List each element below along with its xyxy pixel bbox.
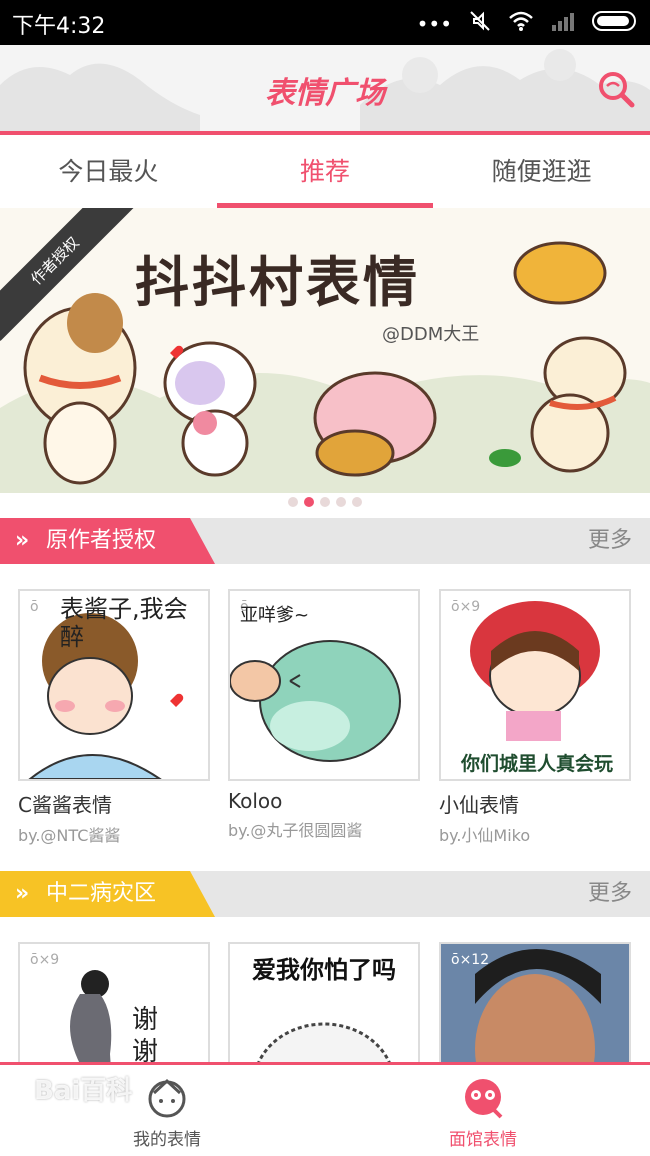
count-icon: ō (451, 952, 460, 968)
wifi-icon (508, 10, 534, 37)
face-icon (148, 1078, 186, 1118)
count-icon: ō (451, 599, 460, 615)
three-dots-icon: ••• (416, 11, 452, 36)
search-icon[interactable] (596, 69, 636, 109)
banner-pagination (0, 497, 650, 507)
status-time: 下午4:32 (12, 14, 106, 39)
sticker-count-badge: ō (30, 599, 39, 615)
tab-browse[interactable]: 随便逛逛 (433, 135, 650, 208)
sticker-caption: 亚咩爹~ (240, 605, 310, 626)
tab-bar: 今日最火 推荐 随便逛逛 (0, 135, 650, 208)
double-chevron-icon: » (15, 528, 30, 553)
baidu-watermark: Bai百科 (34, 1076, 133, 1106)
pagination-dot[interactable] (320, 497, 330, 507)
section-title: » 中二病灾区 (0, 871, 196, 917)
sticker-count-badge: ō×9 (451, 599, 481, 615)
pagination-dot[interactable] (352, 497, 362, 507)
nav-label: 面馆表情 (449, 1130, 517, 1150)
more-link[interactable]: 更多 (588, 871, 632, 917)
mute-icon (468, 9, 492, 38)
sticker-count-badge: ō×9 (30, 952, 60, 968)
sticker-name[interactable]: 小仙表情 (439, 789, 631, 818)
sticker-caption: 谢谢 (132, 1005, 159, 1067)
tab-today-hot[interactable]: 今日最火 (0, 135, 217, 208)
sticker-card[interactable]: ō 表酱子,我会醉 C酱酱表情 by.@NTC酱酱 (18, 589, 210, 846)
double-chevron-icon: » (15, 881, 30, 906)
sticker-thumbnail[interactable]: ō 表酱子,我会醉 (18, 589, 210, 781)
app-header: 表情广场 (0, 45, 650, 136)
sticker-count-badge: ō×12 (451, 952, 490, 968)
banner-title: 抖抖村表情 (135, 251, 420, 314)
pagination-dot-active[interactable] (304, 497, 314, 507)
pagination-dot[interactable] (336, 497, 346, 507)
sticker-thumbnail[interactable]: ō×9 你们城里人真会玩 (439, 589, 631, 781)
bowl-face-icon (465, 1079, 503, 1119)
page-title: 表情广场 (265, 76, 385, 111)
sticker-thumbnail[interactable]: ō 亚咩爹~ (228, 589, 420, 781)
sticker-caption: 表酱子,我会醉 (60, 595, 188, 651)
battery-icon (592, 10, 640, 37)
count-icon: ō (30, 952, 39, 968)
count-icon: ō (30, 599, 39, 615)
status-bar: 下午4:32 ••• (0, 0, 650, 45)
signal-icon (550, 10, 576, 37)
more-link[interactable]: 更多 (588, 518, 632, 564)
sticker-caption: 你们城里人真会玩 (460, 753, 613, 775)
sticker-name[interactable]: Koloo (228, 789, 420, 813)
section-title: » 原作者授权 (0, 518, 196, 564)
sticker-card[interactable]: ō×9 你们城里人真会玩 小仙表情 by.小仙Miko (439, 589, 631, 846)
sticker-author: by.小仙Miko (439, 826, 531, 845)
section-header-authorized: » 原作者授权 更多 (0, 518, 650, 564)
sticker-caption: 爱我你怕了吗 (252, 956, 396, 984)
banner-author: @DDM大王 (382, 324, 480, 345)
nav-label: 我的表情 (133, 1130, 201, 1150)
tab-recommend[interactable]: 推荐 (216, 135, 434, 208)
sticker-card[interactable]: ō 亚咩爹~ Koloo by.@丸子很圆圆酱 (228, 589, 420, 841)
sticker-author: by.@丸子很圆圆酱 (228, 821, 363, 840)
pagination-dot[interactable] (288, 497, 298, 507)
promo-banner[interactable]: 抖抖村表情 @DDM大王 作者授权 (0, 208, 650, 493)
sticker-name[interactable]: C酱酱表情 (18, 789, 210, 818)
sticker-author: by.@NTC酱酱 (18, 826, 121, 845)
section-header-chuuni: » 中二病灾区 更多 (0, 871, 650, 917)
